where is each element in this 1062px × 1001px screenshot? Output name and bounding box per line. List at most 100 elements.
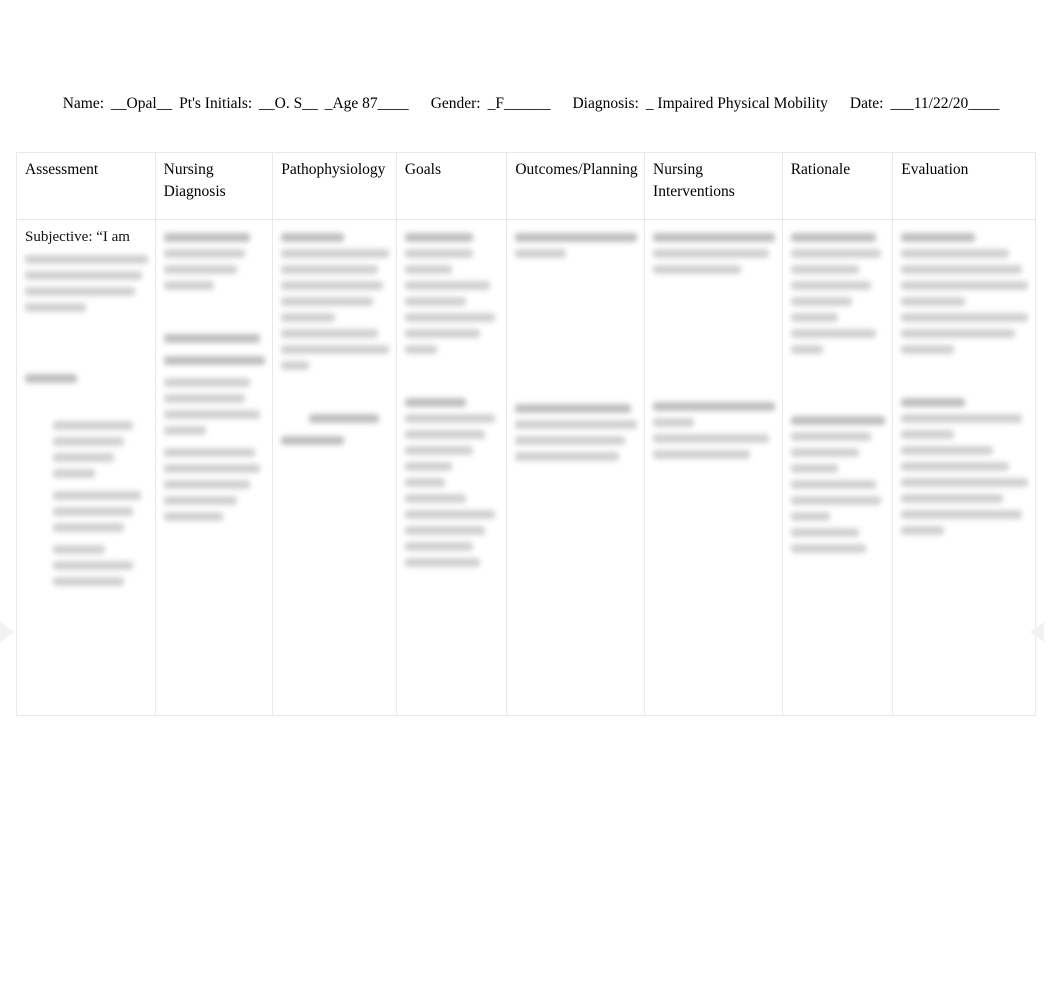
blurred-text-line bbox=[404, 494, 467, 503]
blurred-text-line bbox=[901, 414, 1022, 423]
nursing-dx-blurred-paragraph-2 bbox=[163, 334, 266, 343]
patho-blurred-heading bbox=[281, 233, 389, 242]
blurred-text-line bbox=[281, 345, 389, 354]
blurred-text-line bbox=[25, 255, 148, 264]
blurred-text-line bbox=[404, 462, 453, 471]
patient-name-value: __Opal__ bbox=[111, 95, 173, 112]
blurred-text-line bbox=[25, 287, 136, 296]
blurred-text-line bbox=[25, 374, 77, 383]
blurred-text-line bbox=[901, 526, 945, 535]
cell-spacer bbox=[405, 367, 500, 391]
blurred-text-line bbox=[404, 233, 473, 242]
page-edge-marker-left bbox=[0, 622, 16, 642]
cell-spacer bbox=[653, 329, 775, 371]
patient-gender-value: _F______ bbox=[487, 95, 551, 112]
column-header-goals: Goals bbox=[395, 152, 508, 220]
blurred-text-line bbox=[53, 453, 115, 462]
blurred-text-line bbox=[281, 361, 310, 370]
blurred-text-line bbox=[163, 426, 207, 435]
blurred-text-line bbox=[404, 249, 473, 258]
blurred-text-line bbox=[163, 249, 245, 258]
assessment-objective-heading-blurred bbox=[25, 374, 148, 383]
nursing-dx-blurred-paragraph-3 bbox=[163, 356, 266, 365]
assessment-blurred-paragraph bbox=[25, 255, 148, 312]
column-header-nursing-diagnosis: Nursing Diagnosis bbox=[154, 152, 274, 220]
blurred-text-line bbox=[404, 313, 495, 322]
cell-spacer bbox=[791, 367, 886, 409]
blurred-text-line bbox=[515, 249, 567, 258]
blurred-text-line bbox=[404, 281, 490, 290]
blurred-text-line bbox=[163, 394, 245, 403]
column-header-nursing-interventions: Nursing Interventions bbox=[644, 152, 783, 220]
cell-spacer bbox=[25, 325, 148, 367]
blurred-text-line bbox=[790, 448, 859, 457]
blurred-text-line bbox=[515, 436, 625, 445]
blurred-text-line bbox=[163, 480, 250, 489]
blurred-text-line bbox=[163, 410, 261, 419]
blurred-text-line bbox=[404, 430, 486, 439]
assessment-subjective-text: Subjective: “I am bbox=[25, 229, 130, 245]
blurred-text-line bbox=[53, 523, 125, 532]
blurred-text-line bbox=[163, 265, 237, 274]
blurred-text-line bbox=[163, 448, 256, 457]
goals-blurred-heading bbox=[404, 233, 500, 242]
rationale-blurred-paragraph bbox=[790, 233, 886, 354]
blurred-text-line bbox=[404, 345, 437, 354]
blurred-text-line bbox=[404, 297, 467, 306]
patient-diagnosis-value: _ Impaired Physical Mobility bbox=[645, 95, 828, 112]
blurred-text-line bbox=[790, 233, 876, 242]
care-plan-table: Assessment Nursing Diagnosis Pathophysio… bbox=[16, 152, 1036, 716]
blurred-text-line bbox=[404, 414, 495, 423]
blurred-text-line bbox=[163, 356, 266, 365]
blurred-text-line bbox=[790, 345, 823, 354]
column-header-evaluation: Evaluation bbox=[892, 152, 1036, 220]
patient-name-label: Name: bbox=[62, 95, 105, 112]
blurred-text-line bbox=[790, 249, 881, 258]
blurred-text-line bbox=[281, 297, 373, 306]
patho-blurred-paragraph-2 bbox=[281, 414, 389, 423]
blurred-text-line bbox=[790, 329, 876, 338]
goals-blurred-heading-2 bbox=[404, 398, 500, 407]
blurred-text-line bbox=[790, 512, 831, 521]
blurred-text-line bbox=[25, 271, 142, 280]
blurred-text-line bbox=[404, 542, 473, 551]
column-header-pathophysiology: Pathophysiology bbox=[272, 152, 397, 220]
blurred-text-line bbox=[404, 265, 453, 274]
patient-diagnosis-label: Diagnosis: bbox=[572, 95, 639, 112]
cell-assessment: Subjective: “I am bbox=[16, 219, 156, 716]
blurred-text-line bbox=[53, 507, 133, 516]
cell-spacer bbox=[164, 303, 266, 327]
blurred-text-line bbox=[163, 233, 250, 242]
blurred-text-line bbox=[53, 491, 142, 500]
blurred-text-line bbox=[163, 496, 237, 505]
blurred-text-line bbox=[515, 404, 631, 413]
interventions-blurred-paragraph bbox=[653, 233, 775, 274]
blurred-text-line bbox=[404, 478, 445, 487]
blurred-text-line bbox=[53, 421, 133, 430]
page-curl-icon bbox=[1030, 622, 1044, 642]
blurred-text-line bbox=[53, 577, 125, 586]
cell-evaluation bbox=[892, 219, 1036, 716]
column-header-rationale: Rationale bbox=[781, 152, 894, 220]
blurred-text-line bbox=[163, 334, 261, 343]
assessment-blurred-list-2 bbox=[25, 491, 148, 532]
patient-age-value: _Age 87____ bbox=[324, 95, 409, 112]
blurred-text-line bbox=[901, 329, 1016, 338]
blurred-text-line bbox=[653, 233, 775, 242]
blurred-text-line bbox=[53, 561, 133, 570]
blurred-text-line bbox=[901, 510, 1022, 519]
page-edge-marker-right bbox=[1030, 622, 1046, 642]
outcomes-blurred-paragraph bbox=[515, 233, 638, 258]
blurred-text-line bbox=[653, 450, 751, 459]
blurred-text-line bbox=[790, 265, 859, 274]
cell-nursing-interventions bbox=[644, 219, 783, 716]
blurred-text-line bbox=[515, 452, 619, 461]
blurred-text-line bbox=[404, 398, 467, 407]
assessment-blurred-list bbox=[25, 421, 148, 478]
nursing-dx-blurred-paragraph-4 bbox=[163, 378, 266, 435]
blurred-text-line bbox=[790, 313, 838, 322]
blurred-text-line bbox=[404, 558, 481, 567]
blurred-text-line bbox=[53, 469, 95, 478]
patient-initials-label: Pt's Initials: bbox=[179, 95, 253, 112]
blurred-text-line bbox=[653, 434, 769, 443]
